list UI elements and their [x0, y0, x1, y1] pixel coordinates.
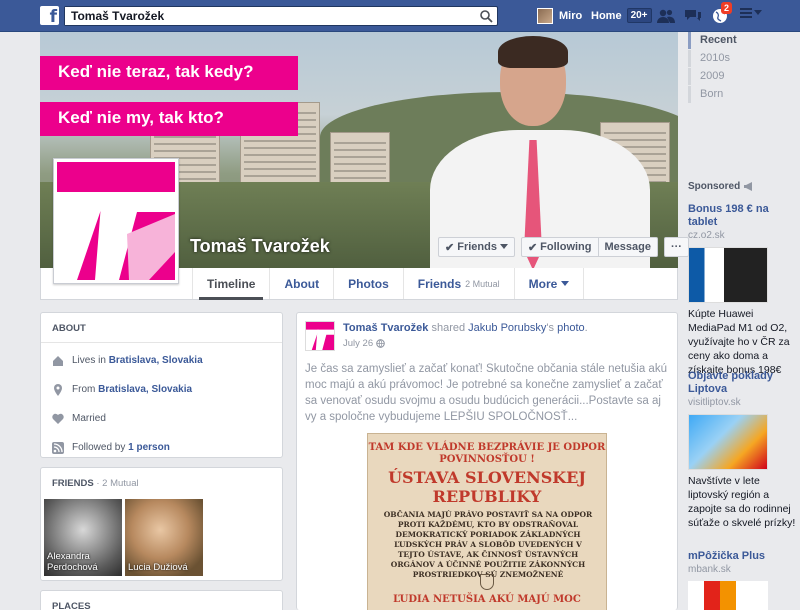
about-relationship: Married — [41, 404, 282, 433]
timeline-year-nav: Recent 2010s 2009 Born — [688, 32, 800, 104]
facebook-logo-icon[interactable]: f — [40, 6, 59, 25]
ad-url: mbank.sk — [688, 564, 731, 575]
tv-logo-icon — [57, 162, 175, 280]
location-pin-icon — [54, 383, 62, 396]
ad-url: cz.o2.sk — [688, 230, 725, 241]
home-label: Home — [591, 9, 622, 22]
post-author-avatar[interactable] — [305, 321, 335, 351]
sponsored-heading: Sponsored — [688, 181, 754, 192]
search-icon[interactable] — [479, 9, 493, 23]
year-born[interactable]: Born — [688, 86, 800, 103]
places-card-title[interactable]: Places — [41, 591, 282, 610]
friend-tile[interactable]: Alexandra Perdochová — [44, 499, 122, 576]
settings-menu[interactable] — [740, 8, 762, 18]
more-options-button[interactable]: ··· — [663, 237, 689, 257]
ad-liptov[interactable]: Objavte poklady Liptova visitliptov.sk N… — [688, 370, 800, 530]
lives-location-link[interactable]: Bratislava, Slovakia — [109, 355, 203, 366]
notifications-globe-icon[interactable]: 2 — [710, 2, 733, 26]
ad-mbank[interactable]: mPôžička Plus mbank.sk — [688, 550, 800, 610]
friends-card: Friends · 2 Mutual Alexandra Perdochová … — [40, 467, 283, 581]
check-icon: ✔ — [445, 241, 455, 254]
post-author-link[interactable]: Tomaš Tvarožek — [343, 322, 428, 334]
year-recent[interactable]: Recent — [688, 32, 800, 49]
home-link[interactable]: Home 20+ — [591, 8, 652, 23]
search-input[interactable] — [65, 7, 465, 25]
globe-icon — [376, 339, 385, 348]
post-header: Tomaš Tvarožek shared Jakub Porubsky's p… — [343, 322, 588, 334]
followers-link[interactable]: 1 person — [128, 442, 170, 453]
timeline-post: Tomaš Tvarožek shared Jakub Porubsky's p… — [296, 312, 678, 610]
tv-logo-icon — [306, 322, 334, 350]
post-photo[interactable]: TAM KDE VLÁDNE BEZPRÁVIE JE ODPOR POVINN… — [367, 433, 607, 610]
tab-about[interactable]: About — [269, 268, 333, 299]
ad-title[interactable]: Objavte poklady Liptova — [688, 370, 800, 396]
year-2010s[interactable]: 2010s — [688, 50, 800, 67]
about-from: From Bratislava, Slovakia — [41, 375, 282, 404]
post-text: Je čas sa zamyslieť a začať konať! Skuto… — [305, 363, 667, 423]
post-date[interactable]: July 26 — [343, 338, 385, 349]
chevron-down-icon — [561, 280, 570, 286]
coat-of-arms-icon — [480, 574, 494, 590]
tab-photos[interactable]: Photos — [333, 268, 403, 299]
cover-person — [420, 36, 660, 268]
following-button[interactable]: ✔ Following — [520, 237, 599, 257]
house-icon — [53, 355, 63, 366]
friends-button[interactable]: ✔ Friends — [438, 237, 515, 257]
about-lives: Lives in Bratislava, Slovakia — [41, 346, 282, 375]
ad-title[interactable]: mPôžička Plus — [688, 550, 800, 563]
top-user-link[interactable]: Miro — [537, 8, 582, 24]
places-card: Places — [40, 590, 283, 610]
rss-icon — [52, 441, 64, 454]
notifications-count-badge: 2 — [721, 2, 733, 14]
from-location-link[interactable]: Bratislava, Slovakia — [98, 384, 192, 395]
check-icon: ✔ — [527, 241, 538, 254]
ad-title[interactable]: Bonus 198 € na tablet — [688, 203, 800, 229]
ad-text: Navštívte v lete liptovský región a zapo… — [688, 475, 796, 529]
message-button[interactable]: Message — [598, 237, 658, 257]
year-2009[interactable]: 2009 — [688, 68, 800, 85]
about-card-title[interactable]: About — [41, 313, 282, 343]
avatar — [537, 8, 553, 24]
tab-timeline[interactable]: Timeline — [192, 268, 269, 300]
about-card: About Lives in Bratislava, Slovakia From… — [40, 312, 283, 458]
friend-tile[interactable]: Lucia Dužiová — [125, 499, 203, 576]
post-shared-from-link[interactable]: Jakub Porubsky — [468, 322, 546, 334]
cover-slogan-2: Keď nie my, tak kto? — [40, 102, 298, 136]
ad-image[interactable] — [688, 581, 768, 610]
friend-name[interactable]: Lucia Dužiová — [128, 562, 188, 573]
heart-icon — [52, 413, 64, 424]
ad-url: visitliptov.sk — [688, 397, 741, 408]
tab-friends[interactable]: Friends 2 Mutual — [402, 268, 514, 299]
cover-slogan-1: Keď nie teraz, tak kedy? — [40, 56, 298, 90]
friends-card-title[interactable]: Friends — [52, 478, 94, 489]
ad-o2[interactable]: Bonus 198 € na tablet cz.o2.sk Kúpte Hua… — [688, 203, 800, 377]
friend-name[interactable]: Alexandra Perdochová — [47, 551, 122, 573]
search-box[interactable] — [64, 6, 498, 26]
top-bar: f Miro Home 20+ 2 — [0, 0, 800, 32]
tab-more[interactable]: More — [513, 268, 585, 299]
profile-picture[interactable] — [53, 158, 179, 284]
messages-icon[interactable] — [683, 6, 703, 26]
home-count-badge: 20+ — [626, 8, 652, 23]
privacy-shortcuts-icon[interactable] — [740, 8, 752, 18]
profile-name[interactable]: Tomaš Tvarožek — [190, 236, 330, 257]
friend-requests-icon[interactable] — [656, 6, 676, 26]
ad-image[interactable] — [688, 247, 768, 303]
about-followers: Followed by 1 person — [41, 433, 282, 462]
chevron-down-icon — [499, 244, 508, 249]
post-photo-link[interactable]: photo — [557, 322, 585, 334]
top-user-name: Miro — [559, 10, 583, 22]
ad-text: Kúpte Huawei MediaPad M1 od O2, využívaj… — [688, 308, 790, 376]
chevron-down-icon — [754, 10, 762, 15]
megaphone-icon — [744, 182, 753, 191]
ad-image[interactable] — [688, 414, 768, 470]
